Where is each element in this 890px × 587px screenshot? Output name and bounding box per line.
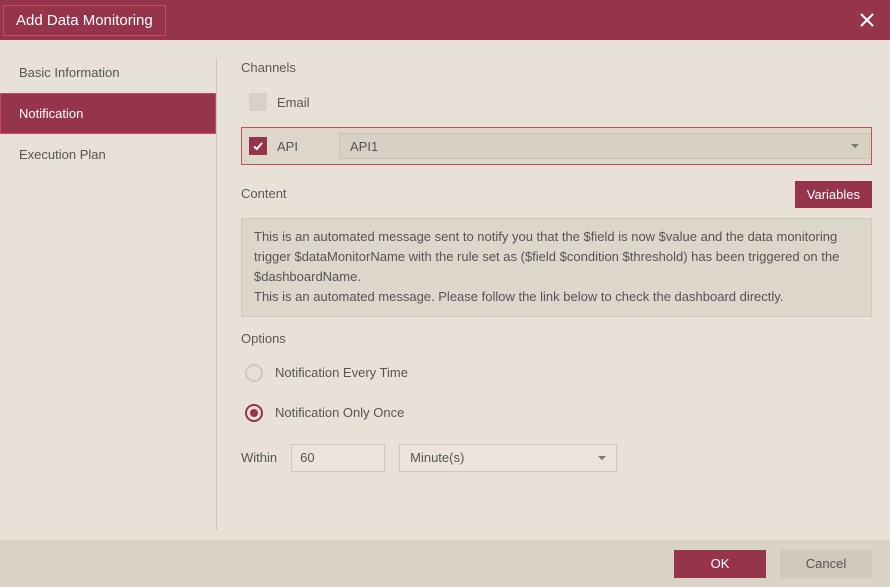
channels-heading: Channels [241,60,872,75]
cancel-button[interactable]: Cancel [780,550,872,578]
sidebar-item-label: Notification [19,106,83,121]
chevron-down-icon [851,144,859,148]
api-select[interactable]: API1 [339,133,870,159]
dialog-title: Add Data Monitoring [3,5,166,36]
option-only-once-row[interactable]: Notification Only Once [241,398,872,428]
email-checkbox[interactable] [249,93,267,111]
ok-button[interactable]: OK [674,550,766,578]
within-row: Within Minute(s) [241,444,872,472]
options-heading: Options [241,331,872,346]
api-label: API [277,139,325,154]
channel-row-api: API API1 [241,127,872,165]
radio-every-time[interactable] [245,364,263,382]
content-section-header: Content Variables [241,181,872,208]
check-icon [252,140,264,152]
titlebar: Add Data Monitoring [0,0,890,40]
sidebar-item-notification[interactable]: Notification [0,93,216,134]
radio-only-once[interactable] [245,404,263,422]
close-button[interactable] [844,0,890,40]
chevron-down-icon [598,456,606,460]
sidebar-item-basic-information[interactable]: Basic Information [0,52,216,93]
close-icon [860,13,874,27]
content-pane: Channels Email API API1 Conten [217,40,890,540]
dialog-footer: OK Cancel [0,540,890,587]
option-every-time-row[interactable]: Notification Every Time [241,358,872,388]
sidebar-item-label: Execution Plan [19,147,106,162]
content-body[interactable]: This is an automated message sent to not… [241,218,872,317]
sidebar: Basic Information Notification Execution… [0,40,216,540]
channel-row-email: Email [241,87,872,117]
sidebar-item-label: Basic Information [19,65,119,80]
email-label: Email [277,95,325,110]
api-select-value: API1 [350,139,378,154]
variables-button[interactable]: Variables [795,181,872,208]
api-checkbox[interactable] [249,137,267,155]
option-only-once-label: Notification Only Once [275,405,404,420]
within-input[interactable] [291,444,385,472]
within-unit-select[interactable]: Minute(s) [399,444,617,472]
within-label: Within [241,450,277,465]
sidebar-item-execution-plan[interactable]: Execution Plan [0,134,216,175]
dialog-add-data-monitoring: Add Data Monitoring Basic Information No… [0,0,890,587]
content-heading: Content [241,186,287,201]
dialog-body: Basic Information Notification Execution… [0,40,890,540]
within-unit-value: Minute(s) [410,450,464,465]
option-every-time-label: Notification Every Time [275,365,408,380]
